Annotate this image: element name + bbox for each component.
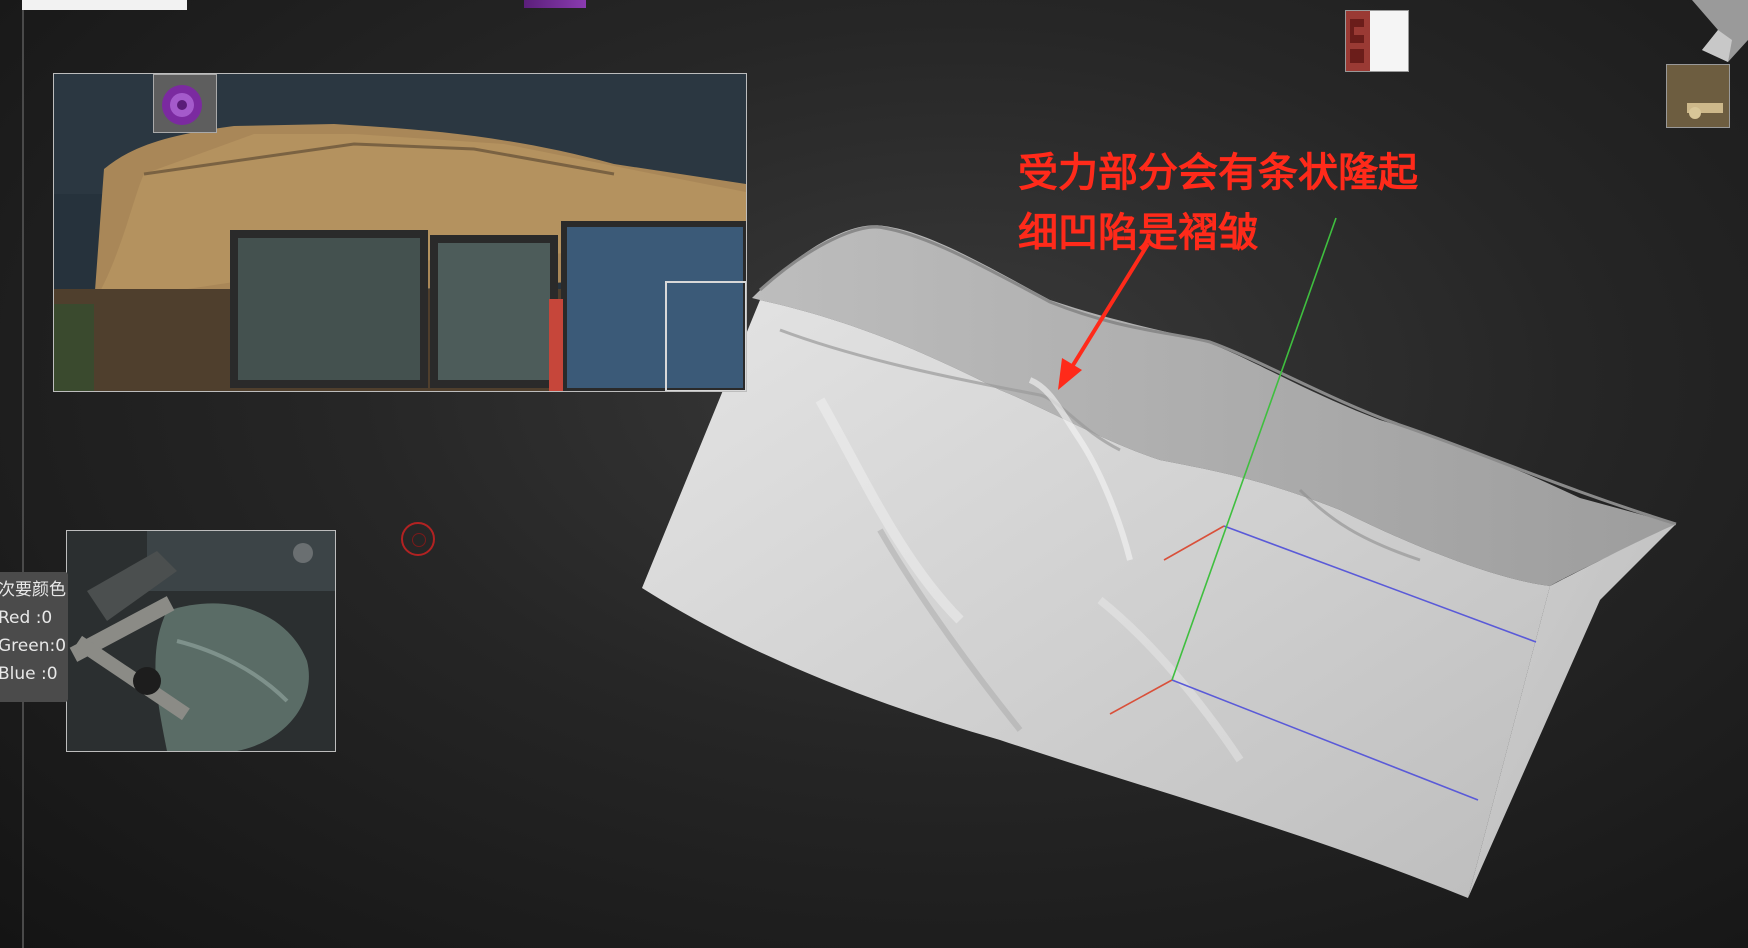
corner-gizmo-icon[interactable]: [1672, 0, 1748, 66]
texture-strip-icon[interactable]: [1345, 10, 1409, 72]
3d-viewport[interactable]: 次要颜色 Red :0 Green:0 Blue :0 受力部分会有条状隆起 细…: [0, 0, 1748, 948]
reference-image-fabric-art: [67, 531, 335, 751]
annotation-line-1: 受力部分会有条状隆起: [1018, 150, 1418, 196]
material-swatch-art: [162, 85, 202, 125]
texture-thumbnail-art: [1667, 65, 1729, 127]
secondary-color-red: Red :0: [0, 608, 53, 628]
reference-image-fabric-detail[interactable]: [66, 530, 336, 752]
brush-target-icon[interactable]: [401, 522, 435, 556]
annotation-text: 受力部分会有条状隆起 细凹陷是褶皱: [1018, 143, 1418, 263]
annotation-line-2: 细凹陷是褶皱: [1018, 210, 1258, 256]
material-swatch-icon[interactable]: [153, 74, 217, 133]
texture-strip-art: [1346, 11, 1370, 71]
secondary-color-title: 次要颜色: [0, 580, 66, 600]
secondary-color-green: Green:0: [0, 636, 67, 656]
secondary-color-blue: Blue :0: [0, 664, 58, 684]
secondary-color-tooltip: 次要颜色 Red :0 Green:0 Blue :0: [0, 572, 68, 702]
texture-thumbnail-icon[interactable]: [1666, 64, 1730, 128]
reference-image-canvas-top[interactable]: [53, 73, 747, 392]
